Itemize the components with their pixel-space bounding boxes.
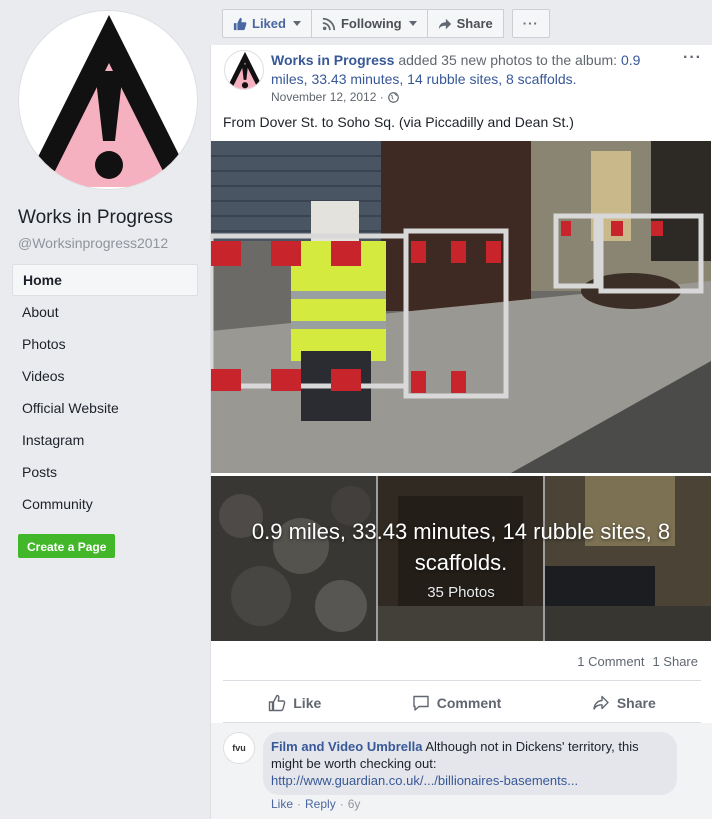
post-card: Works in Progress added 35 new photos to… (210, 45, 712, 819)
comment-like-link[interactable]: Like (271, 797, 293, 811)
sidebar-item-about[interactable]: About (12, 296, 198, 328)
following-button[interactable]: Following (311, 9, 428, 38)
sidebar-item-photos[interactable]: Photos (12, 328, 198, 360)
post-author-avatar[interactable] (224, 50, 264, 90)
share-arrow-icon (438, 18, 451, 29)
comment-age[interactable]: 6y (348, 797, 361, 811)
sidebar-item-official-website[interactable]: Official Website (12, 392, 198, 424)
comment-label: Comment (436, 695, 502, 711)
sidebar-item-community[interactable]: Community (12, 488, 198, 520)
thumbs-up-icon (233, 17, 247, 30)
page-profile-picture[interactable] (18, 10, 198, 190)
comment-reply-link[interactable]: Reply (305, 797, 336, 811)
page-action-bar: Liked Following Share ··· (222, 9, 550, 38)
comments-section: fvu Film and Video Umbrella Although not… (211, 723, 712, 819)
warning-sign-icon (23, 15, 195, 187)
warning-sign-icon (226, 51, 263, 89)
post-options-button[interactable]: ··· (683, 49, 702, 67)
sidebar-item-home[interactable]: Home (12, 264, 198, 296)
post-actions: Like Comment Share (223, 688, 701, 718)
separator: · (297, 797, 302, 811)
post-author-link[interactable]: Works in Progress (271, 52, 394, 68)
comment-button[interactable]: Comment (412, 694, 502, 712)
liked-button[interactable]: Liked (222, 9, 312, 38)
post-action-text: added 35 new photos to the album: (394, 52, 621, 68)
page-handle: @Worksinprogress2012 (18, 235, 169, 251)
page-name[interactable]: Works in Progress (18, 207, 173, 229)
album-main-photo[interactable] (211, 141, 711, 473)
album-photo-count: 35 Photos (427, 584, 495, 601)
post-header: Works in Progress added 35 new photos to… (271, 51, 671, 89)
sidebar-nav: Home About Photos Videos Official Websit… (12, 264, 198, 520)
construction-photo (211, 141, 711, 473)
share-button[interactable]: Share (592, 694, 656, 712)
album-overlay[interactable]: 0.9 miles, 33.43 minutes, 14 rubble site… (211, 476, 711, 641)
shares-count[interactable]: 1 Share (652, 654, 698, 669)
divider (223, 680, 701, 681)
share-arrow-icon (593, 695, 609, 710)
page-sidebar: Works in Progress @Worksinprogress2012 H… (0, 0, 210, 819)
share-label: Share (616, 695, 656, 711)
post-stats: 1 Comment 1 Share (577, 654, 698, 669)
comment-author-avatar[interactable]: fvu (223, 732, 255, 764)
share-label: Share (456, 16, 493, 31)
chevron-down-icon (408, 21, 417, 26)
sidebar-item-instagram[interactable]: Instagram (12, 424, 198, 456)
comment-meta: Like · Reply · 6y (271, 797, 360, 811)
comment-icon (413, 695, 429, 711)
comment-author-link[interactable]: Film and Video Umbrella (271, 739, 422, 754)
comment-url-link[interactable]: http://www.guardian.co.uk/.../billionair… (271, 773, 578, 788)
album-thumbnails[interactable]: 0.9 miles, 33.43 minutes, 14 rubble site… (211, 476, 711, 641)
chevron-down-icon (292, 21, 301, 26)
share-page-button[interactable]: Share (427, 9, 504, 38)
more-options-button[interactable]: ··· (511, 9, 550, 38)
sidebar-item-videos[interactable]: Videos (12, 360, 198, 392)
rss-icon (322, 17, 336, 30)
comments-count[interactable]: 1 Comment (577, 654, 644, 669)
liked-label: Liked (252, 16, 286, 31)
like-label: Like (293, 695, 322, 711)
create-page-button[interactable]: Create a Page (18, 534, 116, 558)
album-overlay-title: 0.9 miles, 33.43 minutes, 14 rubble site… (251, 519, 671, 575)
sidebar-item-posts[interactable]: Posts (12, 456, 198, 488)
post-text: From Dover St. to Soho Sq. (via Piccadil… (223, 114, 574, 130)
comment-bubble: Film and Video Umbrella Although not in … (263, 732, 677, 795)
thumbs-up-icon (269, 694, 286, 712)
separator: · (339, 797, 344, 811)
post-timestamp: November 12, 2012 · (271, 90, 399, 104)
following-label: Following (340, 16, 402, 31)
globe-icon (387, 91, 399, 103)
like-button[interactable]: Like (268, 694, 321, 712)
post-date[interactable]: November 12, 2012 · (271, 90, 384, 104)
